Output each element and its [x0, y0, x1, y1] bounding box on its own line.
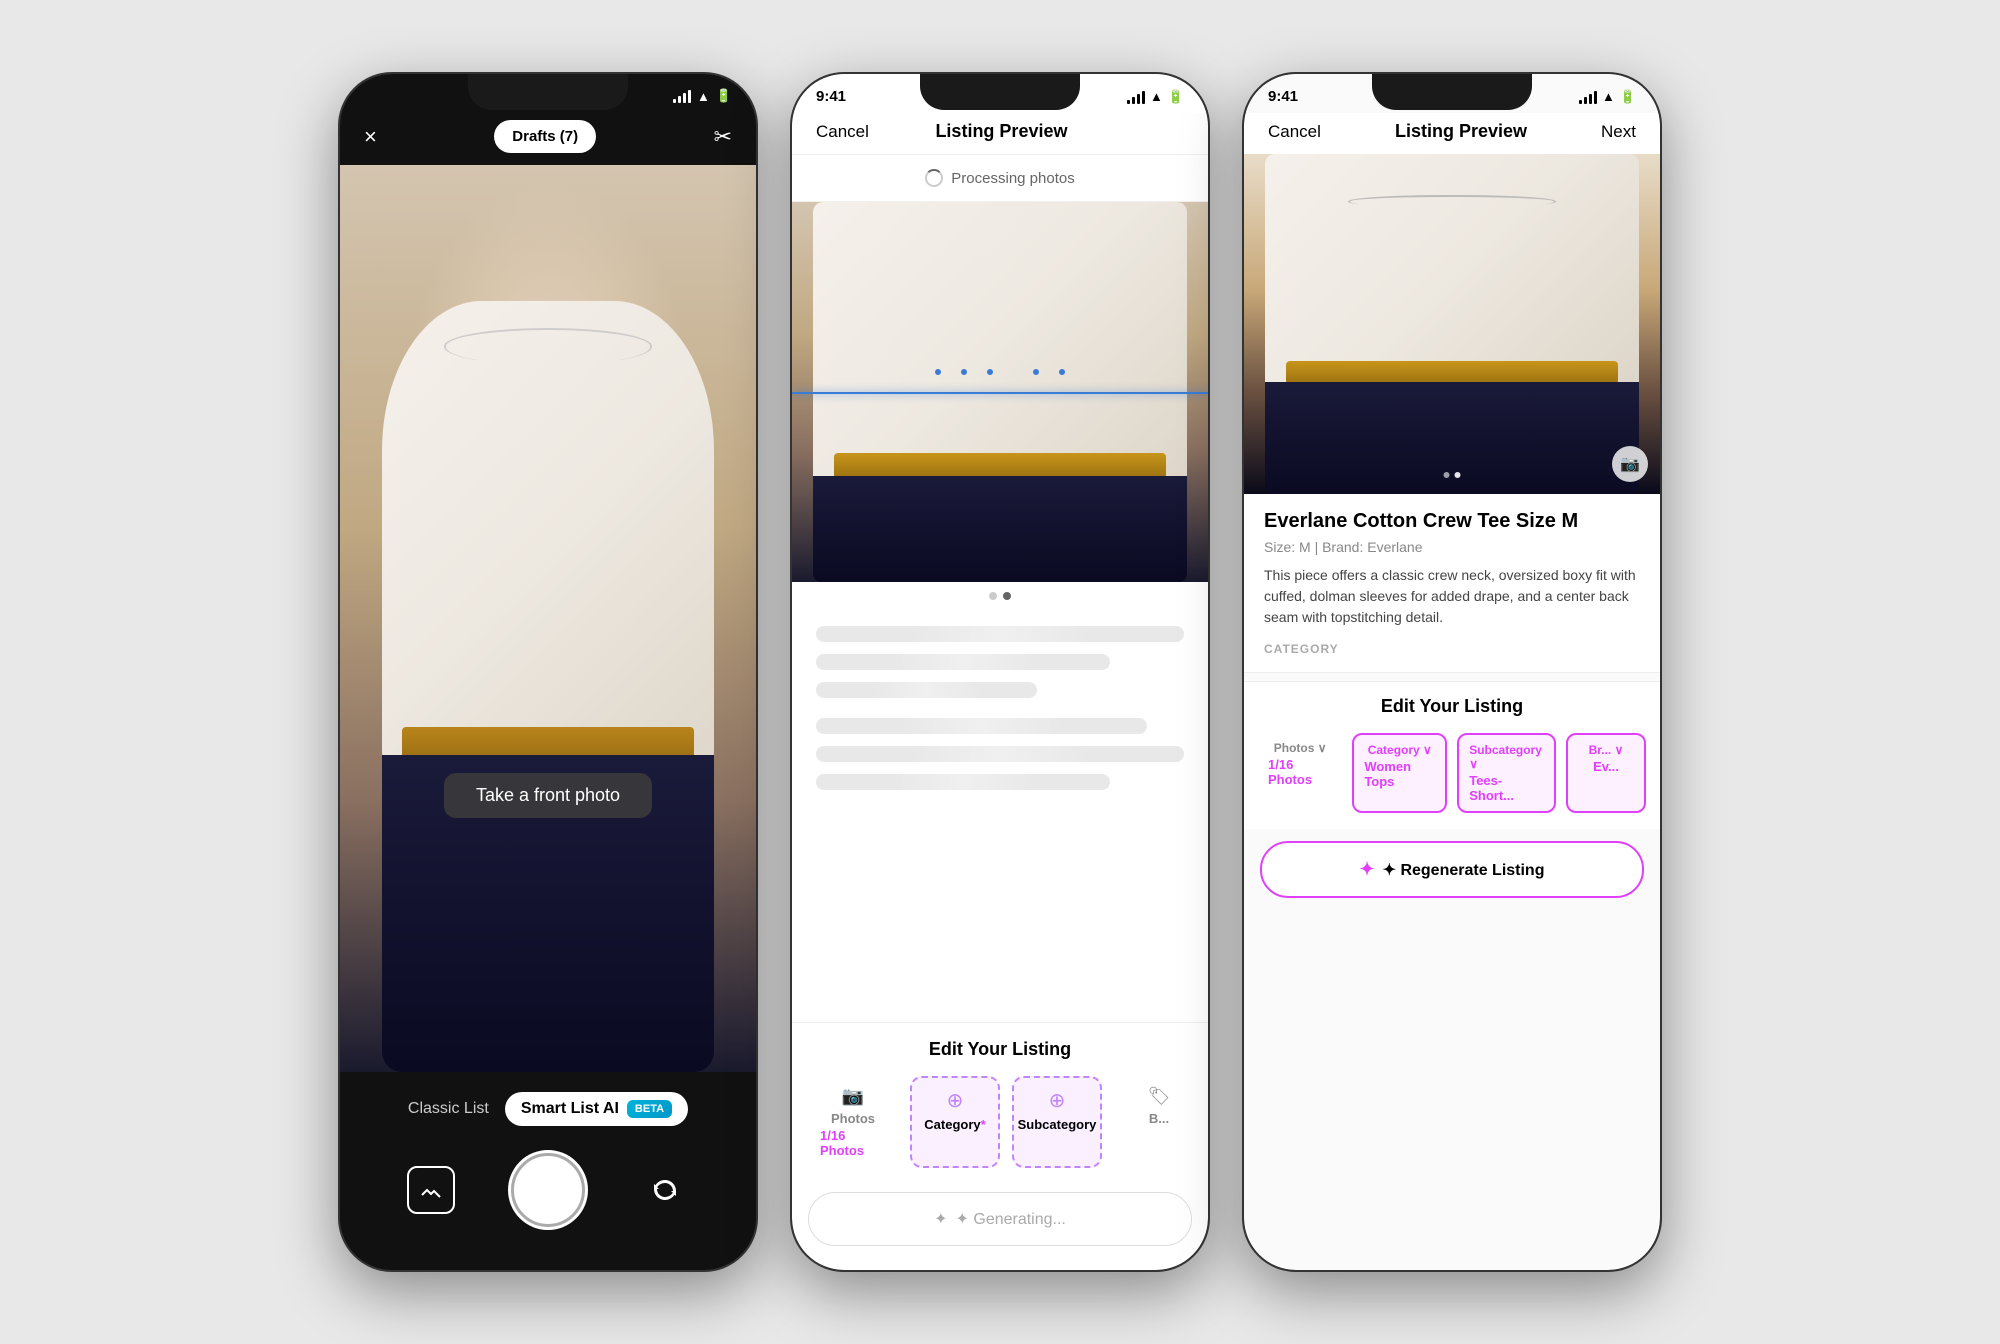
tab-category[interactable]: Category ∨ Women Tops — [1352, 733, 1447, 813]
preview-image — [792, 202, 1208, 582]
tab-subcategory[interactable]: ⊕ Subcategory — [1012, 1076, 1102, 1168]
phone-camera: ▲ 🔋 × Drafts (7) ✂ Take a front ph — [338, 72, 758, 1272]
page-title: Listing Preview — [1395, 121, 1527, 142]
skeleton-loading — [792, 610, 1208, 1022]
tab-category[interactable]: ⊕ Category* — [910, 1076, 1000, 1168]
photos-icon: 📷 — [842, 1086, 864, 1107]
notch — [920, 74, 1080, 110]
listing-description: This piece offers a classic crew neck, o… — [1264, 565, 1640, 628]
take-photo-overlay: Take a front photo — [444, 773, 652, 818]
phone-processing: 9:41 ▲ 🔋 Cancel Li — [790, 72, 1210, 1272]
listing-meta: Size: M | Brand: Everlane — [1264, 539, 1640, 555]
edit-section-title: Edit Your Listing — [792, 1039, 1208, 1060]
processing-label: Processing photos — [951, 170, 1074, 187]
smart-mode-label[interactable]: Smart List AI BETA — [505, 1092, 688, 1126]
listing-image: 📷 — [1244, 154, 1660, 494]
processing-banner: Processing photos — [792, 155, 1208, 202]
page-title: Listing Preview — [935, 121, 1067, 142]
tab-photos[interactable]: Photos ∨ 1/16 Photos — [1258, 733, 1342, 813]
tab-brand[interactable]: Br... ∨ Ev... — [1566, 733, 1646, 813]
cancel-button[interactable]: Cancel — [816, 122, 869, 142]
flip-camera-button[interactable] — [641, 1166, 689, 1214]
edit-photo-button[interactable]: 📷 — [1612, 446, 1648, 482]
tab-subcategory[interactable]: Subcategory ∨ Tees- Short... — [1457, 733, 1556, 813]
skeleton-line-2 — [816, 654, 1110, 670]
drafts-button[interactable]: Drafts (7) — [494, 120, 596, 153]
tab-photos[interactable]: 📷 Photos 1/16 Photos — [808, 1076, 898, 1168]
category-icon: ⊕ — [947, 1088, 964, 1113]
notch — [1372, 74, 1532, 110]
phone2-nav: Cancel Listing Preview — [792, 113, 1208, 155]
camera-mode-row: Classic List Smart List AI BETA — [340, 1092, 756, 1126]
scissors-button[interactable]: ✂ — [714, 124, 732, 150]
sparkle-icon: ✦ — [934, 1209, 947, 1229]
camera-viewfinder: Take a front photo — [340, 165, 756, 1072]
skeleton-line-4 — [816, 718, 1147, 734]
dot-1 — [989, 592, 997, 600]
dot-1 — [1444, 472, 1450, 478]
listing-details: Everlane Cotton Crew Tee Size M Size: M … — [1244, 494, 1660, 673]
phone3-nav: Cancel Listing Preview Next — [1244, 113, 1660, 154]
regenerate-button[interactable]: ✦ ✦ Regenerate Listing — [1260, 841, 1644, 898]
edit-section: Edit Your Listing 📷 Photos 1/16 Photos ⊕… — [792, 1022, 1208, 1184]
beta-badge: BETA — [627, 1100, 672, 1118]
edit-section-title: Edit Your Listing — [1244, 696, 1660, 717]
phone-listing: 9:41 ▲ 🔋 Cancel Li — [1242, 72, 1662, 1272]
scan-dots — [792, 369, 1208, 375]
listing-title: Everlane Cotton Crew Tee Size M — [1264, 510, 1640, 533]
classic-mode-label[interactable]: Classic List — [408, 1100, 489, 1118]
dot-2 — [1003, 592, 1011, 600]
next-button[interactable]: Next — [1601, 122, 1636, 142]
brand-icon: 🏷 — [1148, 1086, 1171, 1107]
close-button[interactable]: × — [364, 126, 377, 148]
generating-button[interactable]: ✦ ✦ Generating... — [808, 1192, 1192, 1246]
skeleton-line-1 — [816, 626, 1184, 642]
gallery-button[interactable] — [407, 1166, 455, 1214]
edit-section: Edit Your Listing Photos ∨ 1/16 Photos C… — [1244, 681, 1660, 829]
edit-tabs: 📷 Photos 1/16 Photos ⊕ Category* ⊕ Subca… — [792, 1076, 1208, 1176]
camera-controls — [340, 1150, 756, 1230]
regen-label: ✦ Regenerate Listing — [1383, 860, 1545, 880]
sparkle-icon: ✦ — [1360, 859, 1375, 880]
dot-2 — [1455, 472, 1461, 478]
camera-bottom: Classic List Smart List AI BETA — [340, 1072, 756, 1270]
skeleton-line-6 — [816, 774, 1110, 790]
processing-spinner — [925, 169, 943, 187]
edit-tabs: Photos ∨ 1/16 Photos Category ∨ Women To… — [1244, 733, 1660, 821]
skeleton-line-3 — [816, 682, 1037, 698]
cancel-button[interactable]: Cancel — [1268, 122, 1321, 142]
skeleton-line-5 — [816, 746, 1184, 762]
notch — [468, 74, 628, 110]
image-page-dots — [1444, 472, 1461, 478]
category-label: CATEGORY — [1264, 642, 1640, 656]
camera-header: × Drafts (7) ✂ — [340, 112, 756, 165]
shutter-button[interactable] — [508, 1150, 588, 1230]
tab-brand[interactable]: 🏷 B... — [1114, 1076, 1204, 1168]
subcategory-icon: ⊕ — [1049, 1088, 1066, 1113]
image-dots-indicator — [792, 582, 1208, 610]
scan-line — [792, 392, 1208, 394]
